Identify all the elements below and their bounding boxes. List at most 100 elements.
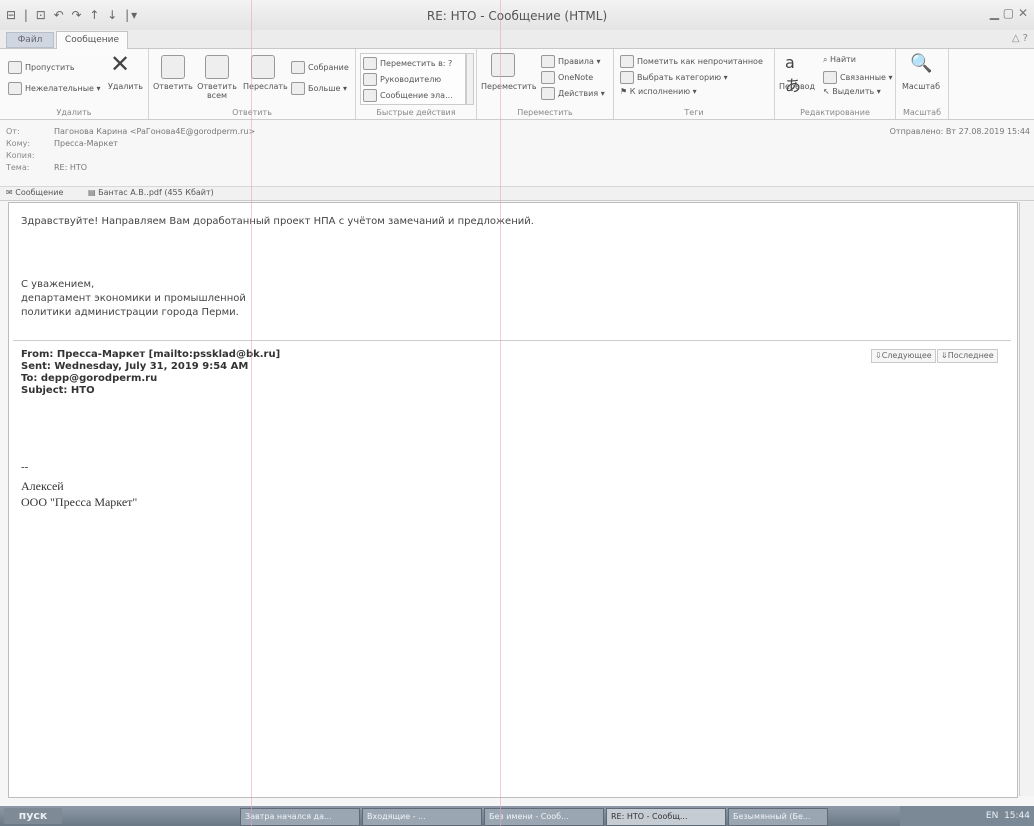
outlook-message-window: ⊟ | ⊡ ↶ ↷ ↑ ↓ |▾ RE: НТО - Сообщение (HT… [0, 0, 1034, 826]
onenote-button[interactable]: OneNote [541, 71, 593, 84]
window-title: RE: НТО - Сообщение (HTML) [426, 9, 608, 23]
group-editing-label: Редактирование [800, 108, 870, 117]
onenote-icon [541, 71, 555, 84]
group-respond: Ответить Ответить всем Переслать Собрани… [149, 49, 356, 119]
signature-name: Алексей [21, 479, 64, 493]
tab-message[interactable]: Сообщение [56, 31, 128, 49]
group-move-label: Переместить [517, 108, 573, 117]
signature-company: ООО "Пресса Маркет" [21, 495, 138, 509]
taskbar: пуск Завтра начался да... Входящие - ...… [0, 806, 1034, 826]
email-icon [363, 89, 377, 102]
delete-x-icon[interactable]: ✕ [110, 52, 132, 76]
more-button[interactable]: Больше ▾ [291, 82, 347, 95]
attachment-file[interactable]: ▤ Бантас А.В..pdf (455 Кбайт) [88, 188, 214, 197]
select-button[interactable]: ↖ Выделить ▾ [823, 87, 881, 96]
clock: 15:44 [1004, 811, 1030, 821]
group-respond-label: Ответить [149, 108, 355, 117]
forward-button[interactable]: Переслать [243, 82, 288, 91]
quick-step-1[interactable]: Переместить в: ? [363, 57, 452, 70]
forward-icon [251, 55, 275, 79]
zoom-button[interactable]: Масштаб [902, 82, 940, 91]
move-to-icon [363, 57, 377, 70]
quick-step-3[interactable]: Сообщение эла... [363, 89, 453, 102]
manager-icon [363, 73, 377, 86]
binoculars-icon: ⌕ [823, 55, 831, 64]
message-body[interactable]: Здравствуйте! Направляем Вам доработанны… [8, 202, 1018, 798]
body-dept-line2: политики администрации города Перми. [21, 307, 239, 318]
quick-steps-gallery: Переместить в: ? Руководителю Сообщение … [360, 53, 466, 105]
recipient[interactable]: Пресса-Маркет [54, 139, 118, 148]
group-quick-steps: Переместить в: ? Руководителю Сообщение … [356, 49, 477, 119]
quick-step-2[interactable]: Руководителю [363, 73, 441, 86]
group-delete-label: Удалить [56, 108, 92, 117]
signature-dash: -- [21, 461, 29, 473]
meeting-button[interactable]: Собрание [291, 61, 349, 74]
taskbar-item-1[interactable]: Завтра начался да... [240, 808, 360, 826]
find-button[interactable]: ⌕ Найти [823, 55, 856, 65]
header-subject: Тема: RE: НТО [6, 163, 88, 172]
body-dept-line1: департамент экономики и промышленной [21, 293, 246, 304]
group-editing: aあ Перевод ⌕ Найти Связанные ▾ ↖ Выделит… [775, 49, 896, 119]
window-controls[interactable]: ▁ ▢ ✕ [990, 6, 1028, 20]
rules-icon [541, 55, 555, 68]
group-tags: Пометить как непрочитанное Выбрать катег… [614, 49, 775, 119]
actions-button[interactable]: Действия ▾ [541, 87, 605, 100]
sender[interactable]: Пагонова Карина <PaГонова4E@gorodperm.ru… [54, 127, 255, 136]
lang-indicator[interactable]: EN [986, 811, 998, 821]
taskbar-item-2[interactable]: Входящие - ... [362, 808, 482, 826]
move-icon [491, 53, 515, 77]
header-to: Кому: Пресса-Маркет [6, 139, 118, 148]
taskbar-item-3[interactable]: Без имени - Сооб... [484, 808, 604, 826]
magnifier-icon: 🔍 [910, 53, 933, 74]
body-regards: С уважением, [21, 279, 95, 290]
envelope-icon [620, 55, 634, 68]
reply-button[interactable]: Ответить [153, 82, 193, 91]
translate-button[interactable]: Перевод [779, 82, 815, 91]
quoted-subject: Subject: НТО [21, 385, 95, 396]
body-greeting: Здравствуйте! Направляем Вам доработанны… [21, 216, 534, 227]
delete-button[interactable]: Удалить [108, 82, 143, 91]
related-button[interactable]: Связанные ▾ [823, 71, 893, 84]
quoted-from: From: Пресса-Маркет [mailto:pssklad@bk.r… [21, 349, 281, 360]
mark-unread-button[interactable]: Пометить как непрочитанное [620, 55, 763, 68]
scan-line-artifact [500, 0, 501, 826]
actions-icon [541, 87, 555, 100]
more-icon [291, 82, 305, 95]
message-header: От: Пагонова Карина <PaГонова4E@gorodperm… [0, 120, 1034, 187]
cursor-icon: ↖ [823, 87, 833, 96]
reply-icon [161, 55, 185, 79]
group-tags-label: Теги [684, 108, 704, 117]
group-move: Переместить Правила ▾ OneNote Действия ▾… [477, 49, 614, 119]
next-button[interactable]: ⇩Следующее [871, 349, 936, 363]
reply-all-button[interactable]: Ответить всем [197, 82, 237, 100]
title-bar: ⊟ | ⊡ ↶ ↷ ↑ ↓ |▾ RE: НТО - Сообщение (HT… [0, 0, 1034, 31]
group-zoom: 🔍 Масштаб Масштаб [896, 49, 949, 119]
category-icon [620, 71, 634, 84]
message-tab[interactable]: ✉ Сообщение [6, 188, 63, 197]
taskbar-item-4[interactable]: RE: НТО - Сообщ... [606, 808, 726, 826]
taskbar-item-5[interactable]: Безымянный (Бе... [728, 808, 828, 826]
help-icon[interactable]: △ ? [1012, 33, 1028, 44]
pdf-icon: ▤ [88, 188, 99, 197]
last-button[interactable]: ⇓Последнее [937, 349, 998, 363]
quoted-sent: Sent: Wednesday, July 31, 2019 9:54 AM [21, 361, 249, 372]
rules-button[interactable]: Правила ▾ [541, 55, 601, 68]
header-from: От: Пагонова Карина <PaГонова4E@gorodperm… [6, 127, 256, 136]
group-quick-steps-label: Быстрые действия [376, 108, 456, 117]
followup-button[interactable]: ⚑ К исполнению ▾ [620, 87, 697, 96]
header-cc: Копия: [6, 151, 35, 160]
flag-icon: ⚑ [620, 87, 630, 96]
junk-button[interactable]: Нежелательные ▾ [8, 82, 101, 95]
quick-steps-scroll[interactable] [466, 53, 474, 105]
reply-all-icon [205, 55, 229, 79]
ignore-icon [8, 61, 22, 74]
start-button[interactable]: пуск [4, 808, 62, 824]
ignore-button[interactable]: Пропустить [8, 61, 75, 74]
system-tray: EN 15:44 [900, 806, 1034, 826]
vertical-scrollbar[interactable] [1019, 202, 1034, 796]
move-button[interactable]: Переместить [481, 82, 537, 91]
categorize-button[interactable]: Выбрать категорию ▾ [620, 71, 728, 84]
quoted-to: To: depp@gorodperm.ru [21, 373, 158, 384]
junk-icon [8, 82, 22, 95]
tab-file[interactable]: Файл [6, 32, 54, 48]
